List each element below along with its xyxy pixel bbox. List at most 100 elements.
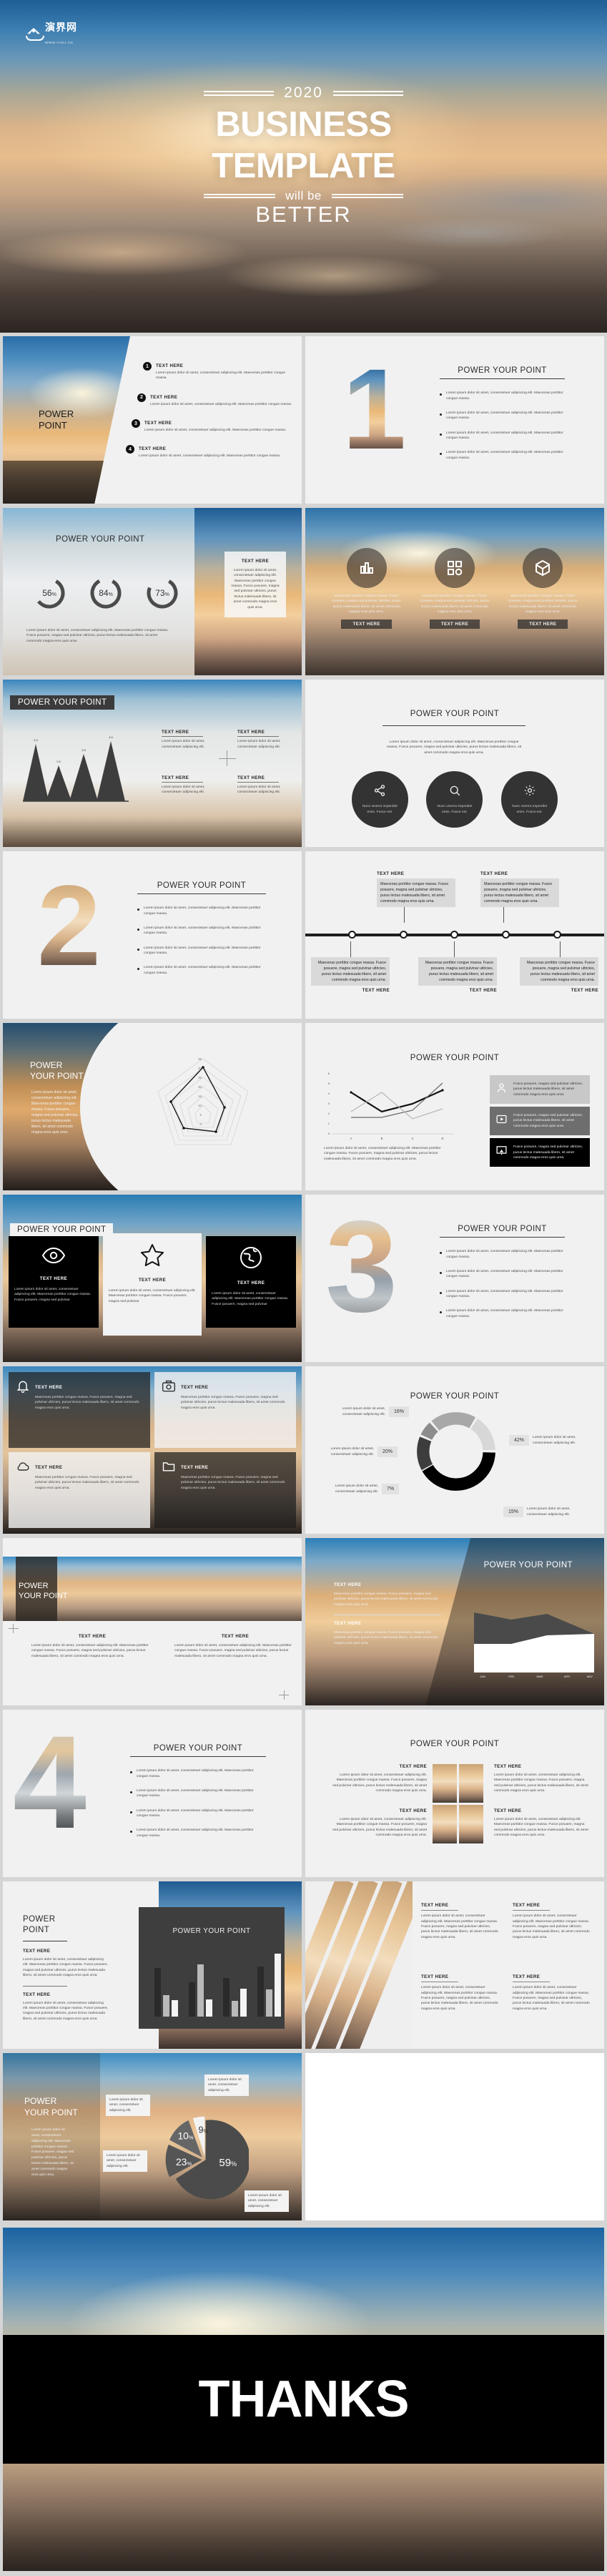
feature-button[interactable]: TEXT HERE [429, 619, 480, 630]
list-item[interactable]: Lorem ipsum dolor sit amet, consectetuer… [137, 926, 266, 936]
slide-triangle-chart[interactable]: POWER YOUR POINT 4.3 2.5 3.5 4.5 TEXT HE… [3, 680, 302, 847]
slide-numeral-two[interactable]: 2 POWER YOUR POINT Lorem ipsum dolor sit… [3, 851, 302, 1019]
slide-numeral-one[interactable]: 1 POWER YOUR POINT Lorem ipsum dolor sit… [305, 336, 604, 504]
numeral-graphic: 4 [13, 1710, 87, 1856]
pie-callout[interactable]: Lorem ipsum dolor sit amet, consectetuer… [106, 2095, 150, 2117]
feature-body: Maecenas porttitor congue massa. Fusce p… [332, 594, 401, 614]
tile-folder[interactable]: TEXT HERE Maecenas porttitor congue mass… [154, 1452, 296, 1528]
feature-row-video[interactable]: Fusce posuere, magna sed pulvinar ultric… [490, 1107, 590, 1136]
timeline-node[interactable] [399, 931, 408, 939]
slide-donut-chart[interactable]: POWER YOUR POINT Lorem ipsum dolor sit a… [305, 1366, 604, 1534]
caption-card[interactable]: TEXT HERE Lorem ipsum dolor sit amet, co… [224, 552, 286, 617]
list-item[interactable]: Lorem ipsum dolor sit amet, consectetuer… [137, 946, 266, 956]
slide-numeral-three[interactable]: 3 POWER YOUR POINT Lorem ipsum dolor sit… [305, 1195, 604, 1362]
svg-text:FEB: FEB [508, 1675, 514, 1678]
callout-16[interactable]: Lorem ipsum dolor sit amet, consectetuer… [330, 1406, 410, 1417]
item-body: Lorem ipsum dolor sit amet, consectetuer… [137, 1828, 254, 1838]
list-item[interactable]: Lorem ipsum dolor sit amet, consectetuer… [130, 1768, 266, 1779]
svg-text:JAN: JAN [480, 1675, 485, 1678]
feature-row-presentation[interactable]: Fusce posuere, magna sed pulvinar ultric… [490, 1138, 590, 1167]
slide-numeral-four[interactable]: 4 POWER YOUR POINT Lorem ipsum dolor sit… [3, 1710, 302, 1877]
circle-settings[interactable]: Nunc viverra imperdiet enim. Fusce est. [501, 771, 558, 828]
callout-7[interactable]: Lorem ipsum dolor sit amet, consectetuer… [322, 1484, 400, 1494]
list-item[interactable]: Lorem ipsum dolor sit amet, consectetuer… [440, 1289, 565, 1300]
item-body: Lorem ipsum dolor sit amet, consectetuer… [139, 454, 281, 459]
list-item[interactable]: Lorem ipsum dolor sit amet, consectetuer… [137, 965, 266, 976]
list-item[interactable]: 3 TEXT HERE Lorem ipsum dolor sit amet, … [132, 415, 293, 433]
slide-bar-chart-dark[interactable]: POWER POINT TEXT HERE Lorem ipsum dolor s… [3, 1881, 302, 2049]
list-item[interactable]: 2 TEXT HERE Lorem ipsum dolor sit amet, … [137, 389, 293, 407]
timeline-node[interactable] [450, 931, 459, 939]
slide-pie-chart[interactable]: POWER YOUR POINT Lorem ipsum dolor sit am… [3, 2053, 302, 2220]
list-item[interactable]: Lorem ipsum dolor sit amet, consectetuer… [440, 1269, 565, 1280]
callout-15[interactable]: 15% Lorem ipsum dolor sit amet, consecte… [503, 1507, 583, 1517]
tile-bell[interactable]: TEXT HERE Maecenas porttitor congue mass… [9, 1372, 150, 1448]
list-item[interactable]: Lorem ipsum dolor sit amet, consectetuer… [440, 411, 565, 421]
timeline-item-bottom[interactable]: Maecenas porttitor congue massa. Fusce p… [311, 941, 390, 993]
timeline-node[interactable] [502, 931, 510, 939]
timeline-item-bottom[interactable]: Maecenas porttitor congue massa. Fusce p… [520, 941, 598, 993]
ring-value: 56 [42, 588, 52, 598]
svg-text:5: 5 [200, 1113, 202, 1117]
slide-blank[interactable] [305, 2053, 604, 2220]
callout-20[interactable]: Lorem ipsum dolor sit amet, consectetuer… [318, 1446, 398, 1457]
slide-power-your-point-split[interactable]: POWER POINT 1 TEXT HERE Lorem ipsum dolor… [3, 336, 302, 504]
list-item[interactable]: Lorem ipsum dolor sit amet, consectetuer… [440, 391, 565, 401]
feature-body: Fusce posuere, magna sed pulvinar ultric… [513, 1082, 583, 1097]
circle-share[interactable]: Nunc viverra imperdiet enim. Fusce est. [351, 771, 408, 828]
slide-four-feature-tiles[interactable]: TEXT HERE Maecenas porttitor congue mass… [3, 1366, 302, 1534]
card-star[interactable]: TEXT HERE Lorem ipsum dolor sit amet, co… [102, 1233, 202, 1336]
timeline-item-top[interactable]: TEXT HERE Maecenas porttitor congue mass… [480, 871, 559, 924]
slide-diagonal-bars-text[interactable]: TEXT HERE Lorem ipsum dolor sit amet, co… [305, 1881, 604, 2049]
tile-photo[interactable]: TEXT HERE Maecenas porttitor congue mass… [154, 1372, 296, 1448]
card-eye[interactable]: TEXT HERE Lorem ipsum dolor sit amet, co… [9, 1236, 99, 1328]
user-icon [495, 1082, 508, 1097]
item-body: Maecenas porttitor congue massa. Fusce p… [311, 957, 390, 986]
callout-42[interactable]: 42% Lorem ipsum dolor sit amet, consecte… [508, 1435, 588, 1446]
text-block: TEXT HERE Lorem ipsum dolor sit amet, co… [421, 1903, 500, 1940]
pie-callout[interactable]: Lorem ipsum dolor sit amet, consectetuer… [204, 2075, 249, 2097]
slide-progress-rings[interactable]: POWER YOUR POINT 56% 84% 73% Lorem ipsum… [3, 508, 302, 675]
feature-button[interactable]: TEXT HERE [518, 619, 568, 630]
feature-button[interactable]: TEXT HERE [341, 619, 392, 630]
text-block: TEXT HERE Lorem ipsum dolor sit amet, con… [162, 730, 222, 750]
list-item[interactable]: 1 TEXT HERE Lorem ipsum dolor sit amet, … [143, 358, 293, 381]
slide-timeline[interactable]: TEXT HERE Maecenas porttitor congue mass… [305, 851, 604, 1019]
pie-callout[interactable]: Lorem ipsum dolor sit amet, consectetuer… [245, 2190, 289, 2213]
list-item[interactable]: Lorem ipsum dolor sit amet, consectetuer… [130, 1828, 266, 1838]
slide-radar-chart[interactable]: POWER YOUR POINT Lorem ipsum dolor sit am… [3, 1023, 302, 1190]
tile-cloud[interactable]: TEXT HERE Maecenas porttitor congue mass… [9, 1452, 150, 1528]
feature-body: Maecenas porttitor congue massa. Fusce p… [508, 594, 578, 614]
item-body: Lorem ipsum dolor sit amet, consectetuer… [446, 1309, 563, 1318]
list-item[interactable]: Lorem ipsum dolor sit amet, consectetuer… [440, 1249, 565, 1260]
timeline-node[interactable] [348, 931, 357, 939]
feature-1[interactable]: Maecenas porttitor congue massa. Fusce p… [329, 548, 404, 630]
card-globe[interactable]: TEXT HERE Lorem ipsum dolor sit amet, co… [206, 1236, 296, 1328]
chart-title: POWER YOUR POINT [172, 1927, 251, 1935]
feature-3[interactable]: Maecenas porttitor congue massa. Fusce p… [505, 548, 581, 630]
list-item[interactable]: Lorem ipsum dolor sit amet, consectetuer… [130, 1808, 266, 1819]
ring-value: 73 [155, 588, 165, 598]
circle-search[interactable]: Nunc viverra imperdiet enim. Fusce est. [426, 771, 483, 828]
pie-callout[interactable]: Lorem ipsum dolor sit amet, consectetuer… [103, 2150, 147, 2173]
feature-2[interactable]: Maecenas porttitor congue massa. Fusce p… [417, 548, 492, 630]
timeline-node[interactable] [553, 931, 561, 939]
list-item[interactable]: Lorem ipsum dolor sit amet, consectetuer… [440, 450, 565, 461]
slide-three-dark-circles[interactable]: POWER YOUR POINT Lorem ipsum dolor sit a… [305, 680, 604, 847]
slide-three-icon-cards[interactable]: POWER YOUR POINT TEXT HERE Lorem ipsum d… [3, 1195, 302, 1362]
slide-photo-quad-grid[interactable]: POWER YOUR POINT TEXT HERE Lorem ipsum d… [305, 1710, 604, 1877]
list-item[interactable]: Lorem ipsum dolor sit amet, consectetuer… [130, 1788, 266, 1799]
slide-area-chart-overlay[interactable]: POWER YOUR POINT TEXT HERE Maecenas port… [305, 1538, 604, 1705]
slide-image-header-two-col[interactable]: POWER YOUR POINT TEXT HERE Lorem ipsum do… [3, 1538, 302, 1705]
timeline-item-top[interactable]: TEXT HERE Maecenas porttitor congue mass… [377, 871, 455, 924]
slide-line-chart[interactable]: POWER YOUR POINT 6 5 4 3 2 1 0 A B C D Lorem ips… [305, 1023, 604, 1190]
item-body: Lorem ipsum dolor sit amet, consectetuer… [446, 391, 563, 401]
timeline-item-bottom[interactable]: Maecenas porttitor congue massa. Fusce p… [418, 941, 497, 993]
list-item[interactable]: Lorem ipsum dolor sit amet, consectetuer… [440, 1308, 565, 1319]
list-item[interactable]: Lorem ipsum dolor sit amet, consectetuer… [137, 906, 266, 916]
feature-row-user[interactable]: Fusce posuere, magna sed pulvinar ultric… [490, 1075, 590, 1105]
slide-three-icon-circles[interactable]: Maecenas porttitor congue massa. Fusce p… [305, 508, 604, 675]
card-body: Lorem ipsum dolor sit amet, consectetuer… [14, 1288, 92, 1302]
list-item[interactable]: Lorem ipsum dolor sit amet, consectetuer… [440, 431, 565, 441]
list-item[interactable]: 4 TEXT HERE Lorem ipsum dolor sit amet, … [126, 441, 293, 459]
